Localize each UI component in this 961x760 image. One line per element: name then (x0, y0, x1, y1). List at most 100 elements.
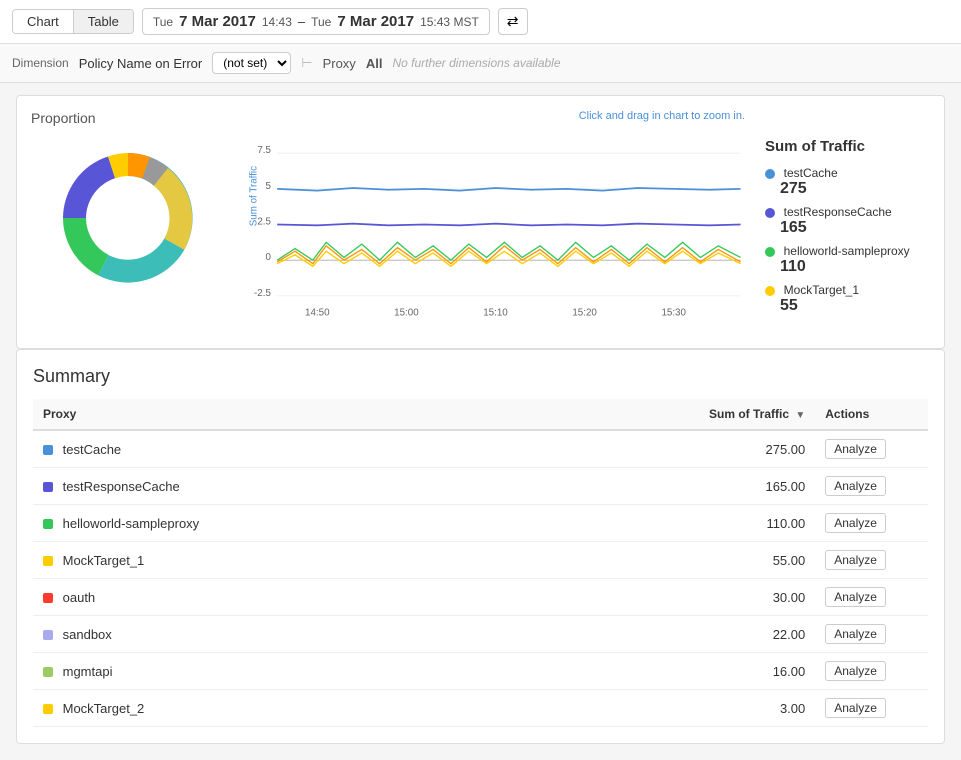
proxy-cell: mgmtapi (33, 653, 536, 690)
svg-text:Sum of Traffic: Sum of Traffic (249, 166, 260, 226)
traffic-cell: 3.00 (536, 690, 815, 727)
svg-text:7.5: 7.5 (257, 145, 271, 156)
table-row: MockTarget_2 3.00 Analyze (33, 690, 928, 727)
start-date: 7 Mar 2017 (179, 13, 256, 30)
actions-cell: Analyze (815, 542, 928, 579)
legend-title: Sum of Traffic (765, 138, 930, 155)
legend-item-helloworld: helloworld-sampleproxy 110 (765, 243, 930, 276)
actions-cell: Analyze (815, 505, 928, 542)
proportion-section: Proportion (31, 110, 226, 334)
date-range-picker[interactable]: Tue 7 Mar 2017 14:43 – Tue 7 Mar 2017 15… (142, 8, 490, 35)
start-day: Tue (153, 15, 173, 29)
proxy-name: MockTarget_1 (63, 553, 145, 568)
dimension-select[interactable]: (not set) (212, 52, 291, 74)
analyze-button[interactable]: Analyze (825, 624, 886, 644)
legend-value-mocktarget1: 55 (780, 297, 930, 315)
chart-tab[interactable]: Chart (13, 10, 74, 33)
filter-bar: Dimension Policy Name on Error (not set)… (0, 44, 961, 83)
legend-dot-mocktarget1 (765, 286, 775, 296)
proxy-header: Proxy (33, 399, 536, 430)
end-time: 15:43 MST (420, 15, 479, 29)
proxy-cell: oauth (33, 579, 536, 616)
proxy-name: mgmtapi (63, 664, 113, 679)
filter-separator: ⊢ (301, 55, 312, 71)
analyze-button[interactable]: Analyze (825, 550, 886, 570)
date-separator: – (298, 14, 305, 29)
view-tabs: Chart Table (12, 9, 134, 34)
traffic-cell: 30.00 (536, 579, 815, 616)
table-header-row: Proxy Sum of Traffic ▼ Actions (33, 399, 928, 430)
traffic-cell: 165.00 (536, 468, 815, 505)
proxy-cell: testResponseCache (33, 468, 536, 505)
svg-text:5: 5 (265, 181, 271, 192)
donut-chart (46, 136, 211, 301)
svg-text:-2.5: -2.5 (254, 288, 271, 299)
proxy-name: oauth (63, 590, 96, 605)
actions-cell: Analyze (815, 653, 928, 690)
proportion-title: Proportion (31, 110, 226, 126)
legend-name-mocktarget1: MockTarget_1 (784, 283, 859, 297)
all-filter[interactable]: All (366, 56, 383, 71)
proxy-name: sandbox (63, 627, 112, 642)
table-row: oauth 30.00 Analyze (33, 579, 928, 616)
proxy-filter[interactable]: Proxy (323, 56, 356, 71)
analyze-button[interactable]: Analyze (825, 698, 886, 718)
proxy-color-dot (43, 704, 53, 714)
chart-area: Proportion (31, 110, 930, 334)
proxy-name: helloworld-sampleproxy (63, 516, 200, 531)
table-row: helloworld-sampleproxy 110.00 Analyze (33, 505, 928, 542)
legend-value-helloworld: 110 (780, 258, 930, 276)
actions-header: Actions (815, 399, 928, 430)
legend-item-testresponsecache: testResponseCache 165 (765, 204, 930, 237)
start-time: 14:43 (262, 15, 292, 29)
svg-text:14:50: 14:50 (305, 307, 330, 318)
traffic-cell: 275.00 (536, 430, 815, 468)
traffic-cell: 55.00 (536, 542, 815, 579)
actions-cell: Analyze (815, 430, 928, 468)
proxy-color-dot (43, 630, 53, 640)
summary-section: Summary Proxy Sum of Traffic ▼ Actions t… (16, 349, 945, 744)
top-bar: Chart Table Tue 7 Mar 2017 14:43 – Tue 7… (0, 0, 961, 44)
legend-value-testresponsecache: 165 (780, 219, 930, 237)
legend-section: Sum of Traffic testCache 275 testRespons… (765, 110, 930, 334)
dimension-value: Policy Name on Error (79, 56, 203, 71)
table-row: MockTarget_1 55.00 Analyze (33, 542, 928, 579)
analyze-button[interactable]: Analyze (825, 439, 886, 459)
proxy-color-dot (43, 556, 53, 566)
proxy-name: testResponseCache (63, 479, 180, 494)
legend-name-testcache: testCache (784, 166, 838, 180)
dimension-label: Dimension (12, 56, 69, 70)
proxy-cell: helloworld-sampleproxy (33, 505, 536, 542)
analyze-button[interactable]: Analyze (825, 587, 886, 607)
line-chart-section: Click and drag in chart to zoom in. 7.5 … (246, 110, 745, 334)
summary-title: Summary (33, 366, 928, 387)
legend-item-testcache: testCache 275 (765, 165, 930, 198)
traffic-header[interactable]: Sum of Traffic ▼ (536, 399, 815, 430)
proxy-color-dot (43, 667, 53, 677)
legend-name-helloworld: helloworld-sampleproxy (784, 244, 910, 258)
end-day: Tue (311, 15, 331, 29)
line-chart-svg[interactable]: 7.5 5 2.5 0 -2.5 Sum of Traffic 14:50 15… (246, 126, 745, 331)
svg-text:15:20: 15:20 (572, 307, 597, 318)
proxy-name: testCache (63, 442, 122, 457)
legend-dot-testcache (765, 169, 775, 179)
proxy-color-dot (43, 445, 53, 455)
analyze-button[interactable]: Analyze (825, 661, 886, 681)
legend-name-testresponsecache: testResponseCache (784, 205, 892, 219)
analyze-button[interactable]: Analyze (825, 513, 886, 533)
end-date: 7 Mar 2017 (337, 13, 414, 30)
analyze-button[interactable]: Analyze (825, 476, 886, 496)
legend-item-mocktarget1: MockTarget_1 55 (765, 282, 930, 315)
refresh-button[interactable]: ⇄ (498, 8, 528, 35)
table-row: mgmtapi 16.00 Analyze (33, 653, 928, 690)
summary-table: Proxy Sum of Traffic ▼ Actions testCache… (33, 399, 928, 727)
traffic-cell: 16.00 (536, 653, 815, 690)
traffic-cell: 110.00 (536, 505, 815, 542)
table-row: testResponseCache 165.00 Analyze (33, 468, 928, 505)
proxy-cell: MockTarget_2 (33, 690, 536, 727)
proxy-color-dot (43, 519, 53, 529)
sort-arrow: ▼ (795, 410, 805, 421)
no-dimensions-text: No further dimensions available (392, 56, 560, 70)
table-tab[interactable]: Table (74, 10, 133, 33)
legend-dot-helloworld (765, 247, 775, 257)
